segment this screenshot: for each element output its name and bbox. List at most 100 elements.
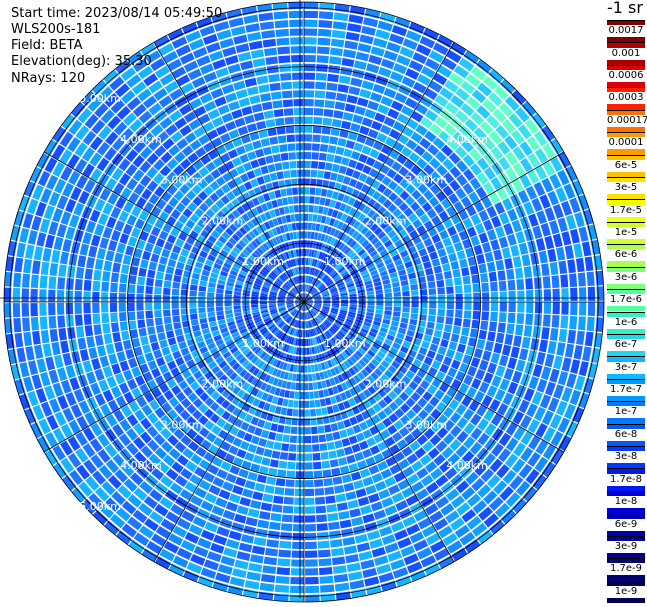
range-gate-cell [148, 261, 158, 271]
range-gate-cell [552, 288, 560, 302]
range-gate-cell [284, 488, 295, 496]
range-gate-cell [57, 277, 66, 290]
range-gate-cell [542, 314, 551, 327]
range-gate-cell [439, 255, 449, 265]
range-gate-cell [280, 72, 292, 81]
range-gate-cell [290, 46, 304, 54]
range-gate-cell [318, 206, 324, 214]
range-gate-cell [207, 513, 222, 525]
range-gate-cell [300, 365, 304, 373]
range-gate-cell [232, 457, 244, 467]
range-gate-cell [561, 231, 572, 246]
range-gate-cell [435, 272, 444, 281]
range-gate-cell [125, 245, 135, 256]
range-gate-cell [369, 92, 383, 103]
range-gate-cell [549, 328, 559, 342]
range-gate-cell [109, 302, 118, 313]
range-gate-cell [293, 400, 299, 408]
range-gate-cell [508, 302, 516, 313]
range-gate-cell [137, 276, 146, 286]
range-gate-cell [367, 305, 375, 310]
range-gate-cell [465, 345, 475, 356]
range-gate-cell [279, 144, 288, 153]
range-gate-cell [110, 272, 120, 283]
range-gate-cell [320, 451, 329, 460]
range-gate-cell [491, 215, 502, 228]
range-gate-cell [433, 265, 442, 274]
range-gate-cell [269, 136, 279, 145]
range-gate-cell [549, 261, 559, 276]
range-gate-cell [304, 532, 317, 541]
range-gate-cell [332, 565, 347, 574]
range-gate-cell [277, 558, 291, 567]
range-gate-cell [217, 104, 230, 115]
range-gate-cell [384, 476, 397, 488]
range-gate-cell [256, 474, 267, 484]
range-gate-cell [480, 273, 489, 283]
range-gate-cell [376, 517, 390, 529]
range-gate-cell [308, 382, 314, 391]
range-gate-cell [31, 260, 41, 275]
range-gate-cell [547, 340, 557, 355]
range-gate-cell [318, 11, 334, 20]
range-gate-cell [283, 425, 291, 434]
range-gate-cell [356, 460, 368, 470]
range-gate-cell [454, 309, 463, 318]
range-gate-cell [332, 431, 341, 440]
range-gate-cell [297, 240, 301, 248]
range-gate-cell [334, 440, 343, 449]
range-gate-cell [364, 576, 380, 587]
range-gate-cell [289, 161, 297, 169]
range-gate-cell [157, 332, 166, 341]
range-gate-cell [133, 248, 143, 259]
range-gate-cell [295, 143, 304, 151]
range-gate-cell [341, 299, 349, 302]
range-gate-cell [275, 575, 290, 584]
range-gate-cell [472, 283, 481, 293]
range-gate-cell [216, 310, 224, 316]
range-gate-cell [410, 284, 419, 291]
range-gate-cell [49, 328, 59, 343]
range-gate-cell [165, 266, 175, 275]
range-gate-cell [473, 302, 481, 311]
range-gate-cell [144, 242, 154, 253]
range-gate-cell [436, 316, 445, 324]
range-gate-cell [222, 509, 236, 521]
range-gate-cell [118, 302, 127, 312]
range-gate-cell [478, 381, 490, 394]
range-gate-cell [270, 145, 280, 154]
range-gate-cell [312, 452, 321, 461]
range-gate-cell [291, 63, 304, 72]
range-gate-cell [510, 346, 520, 359]
range-gate-cell [234, 559, 249, 570]
range-gate-cell [318, 434, 327, 443]
range-gate-cell [236, 551, 251, 561]
range-gate-cell [368, 464, 380, 475]
range-ring-label: 4.00km [120, 459, 162, 472]
range-gate-cell [281, 197, 289, 206]
range-gate-cell [123, 369, 134, 381]
range-gate-cell [36, 358, 47, 373]
range-gate-cell [385, 302, 393, 307]
range-gate-cell [344, 40, 358, 50]
range-gate-cell [340, 157, 350, 166]
range-gate-cell [319, 575, 334, 584]
range-gate-cell [497, 322, 506, 333]
range-gate-cell [233, 305, 241, 310]
range-gate-cell [290, 568, 304, 576]
range-gate-cell [267, 164, 276, 173]
range-gate-cell [367, 298, 375, 302]
range-gate-cell [336, 448, 346, 458]
range-gate-cell [374, 112, 386, 123]
range-gate-cell [300, 374, 304, 382]
range-gate-cell [330, 539, 343, 548]
range-gate-cell [263, 47, 278, 57]
range-gate-cell [304, 488, 315, 497]
range-gate-cell [429, 302, 437, 309]
range-gate-cell [347, 23, 362, 33]
range-gate-cell [461, 267, 470, 277]
range-gate-cell [371, 120, 383, 131]
range-gate-cell [280, 523, 293, 532]
range-gate-cell [244, 114, 255, 125]
range-gate-cell [304, 383, 309, 391]
